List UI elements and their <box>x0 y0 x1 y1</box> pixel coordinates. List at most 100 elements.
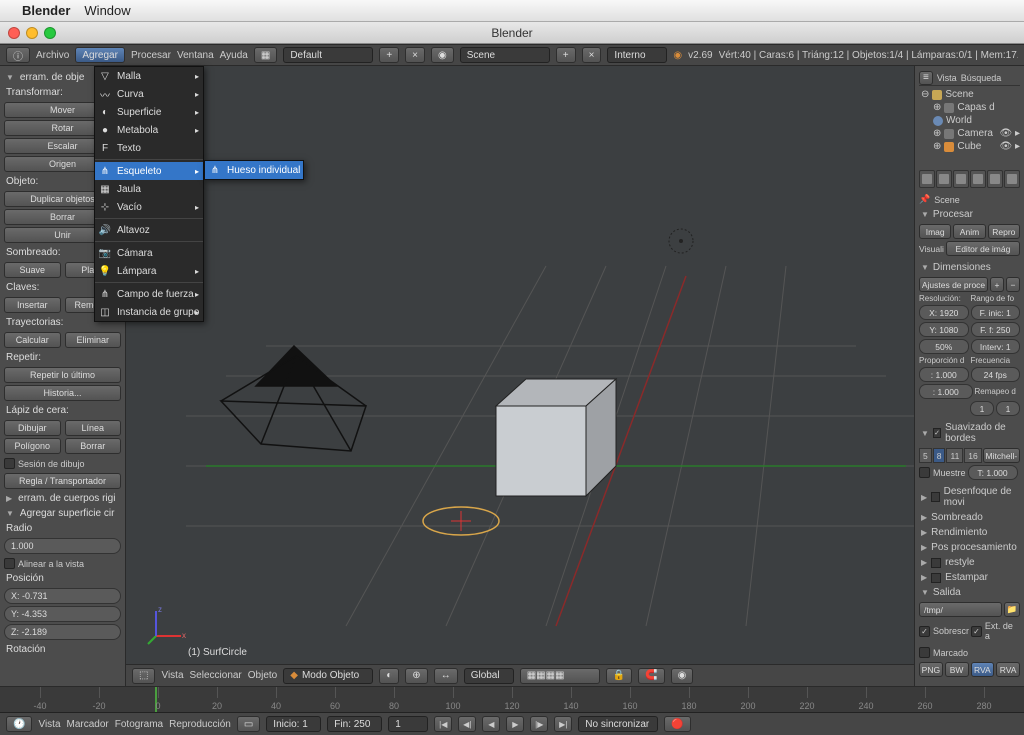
mac-menu-window[interactable]: Window <box>84 3 130 18</box>
overwrite-checkbox[interactable]: ✓Sobrescr <box>919 619 969 643</box>
view3d-menu-vista[interactable]: Vista <box>161 670 183 681</box>
menu-archivo[interactable]: Archivo <box>36 50 69 61</box>
render-engine-field[interactable]: Interno <box>607 47 667 63</box>
remap-old-field[interactable]: 1 <box>970 401 994 416</box>
scene-add-icon[interactable]: + <box>556 47 576 63</box>
add-menu-item-metabola[interactable]: ●Metabola▸ <box>95 121 203 139</box>
properties-tabs[interactable] <box>919 170 1020 188</box>
snap-icon[interactable]: 🧲 <box>638 668 664 684</box>
jump-end-icon[interactable]: ▶| <box>554 716 572 732</box>
fps-field[interactable]: 24 fps <box>971 367 1021 382</box>
filter-type-field[interactable]: Mitchell- <box>983 448 1020 463</box>
ptab-constraints[interactable] <box>1004 170 1020 188</box>
color-rgb-button[interactable]: RVA <box>971 662 995 677</box>
placeholder-checkbox[interactable]: Marcado <box>919 645 1020 660</box>
menu-ventana[interactable]: Ventana <box>177 50 214 61</box>
render-presets-field[interactable]: Ajustes de proce <box>919 277 988 292</box>
add-menu-item-vacío[interactable]: ⊹Vacío▸ <box>95 198 203 216</box>
mode-field[interactable]: ◆Modo Objeto <box>283 668 373 684</box>
autokey-icon[interactable]: 🔴 <box>664 716 690 732</box>
menu-ayuda[interactable]: Ayuda <box>220 50 248 61</box>
outliner-menu-vista[interactable]: Vista <box>937 73 957 83</box>
aspect-x-field[interactable]: : 1.000 <box>919 367 969 382</box>
add-menu-item-esqueleto[interactable]: ⋔Esqueleto▸ <box>95 162 203 180</box>
timeline-menu-vista[interactable]: Vista <box>38 719 60 730</box>
display-mode-field[interactable]: Editor de imág <box>946 241 1020 256</box>
scene-icon[interactable]: ◉ <box>431 47 454 63</box>
render-image-button[interactable]: Imag <box>919 224 951 239</box>
file-ext-checkbox[interactable]: ✓Ext. de a <box>971 619 1020 643</box>
timeline-editor-icon[interactable]: 🕐 <box>6 716 32 732</box>
pivot-icon[interactable]: ⊕ <box>405 668 427 684</box>
pos-z-field[interactable]: Z: -2.189 <box>4 624 121 640</box>
regla-button[interactable]: Regla / Transportador <box>4 473 121 489</box>
filter-size-field[interactable]: T: 1.000 <box>968 465 1018 480</box>
browse-folder-icon[interactable]: 📁 <box>1004 602 1020 617</box>
add-menu-item-superficie[interactable]: ◐Superficie▸ <box>95 103 203 121</box>
remap-new-field[interactable]: 1 <box>996 401 1020 416</box>
submenu-item-hueso[interactable]: ⋔Hueso individual <box>205 161 303 179</box>
play-icon[interactable]: ▶ <box>506 716 524 732</box>
outliner-scene[interactable]: ⊖Scene <box>919 88 1020 101</box>
add-menu-item-texto[interactable]: FTexto <box>95 139 203 157</box>
eliminar-button[interactable]: Eliminar <box>65 332 122 348</box>
output-path-field[interactable]: /tmp/ <box>919 602 1002 617</box>
preset-del-icon[interactable]: − <box>1006 277 1020 292</box>
timeline-menu-reproduccion[interactable]: Reproducción <box>169 719 231 730</box>
add-menu-item-curva[interactable]: 〰Curva▸ <box>95 85 203 103</box>
timeline-menu-marcador[interactable]: Marcador <box>67 719 109 730</box>
repetir-ultimo-button[interactable]: Repetir lo último <box>4 367 121 383</box>
alinear-checkbox[interactable]: Alinear a la vista <box>4 556 121 571</box>
orientation-field[interactable]: Global <box>464 668 514 684</box>
outliner-cube[interactable]: ⊕Cube👁 ▸ <box>919 140 1020 153</box>
sesion-checkbox[interactable]: Sesión de dibujo <box>4 456 121 471</box>
add-menu-item-altavoz[interactable]: 🔊Altavoz <box>95 221 203 239</box>
render-preview-icon[interactable]: ◉ <box>671 668 694 684</box>
render-audio-button[interactable]: Repro <box>988 224 1020 239</box>
format-field[interactable]: PNG <box>919 662 943 677</box>
view3d-menu-objeto[interactable]: Objeto <box>248 670 277 681</box>
play-reverse-icon[interactable]: ◀ <box>482 716 500 732</box>
preset-add-icon[interactable]: + <box>990 277 1004 292</box>
keyframe-prev-icon[interactable]: ◀| <box>458 716 476 732</box>
keyframe-next-icon[interactable]: |▶ <box>530 716 548 732</box>
menu-procesar[interactable]: Procesar <box>131 50 171 61</box>
add-menu-item-lámpara[interactable]: 💡Lámpara▸ <box>95 262 203 280</box>
ptab-object[interactable] <box>987 170 1003 188</box>
layout-del-icon[interactable]: × <box>405 47 425 63</box>
outliner-editor-icon[interactable]: ≡ <box>919 71 933 85</box>
radio-field[interactable]: 1.000 <box>4 538 121 554</box>
layers-grid[interactable]: ▦▦▦▦ <box>520 668 600 684</box>
frame-step-field[interactable]: Interv: 1 <box>971 339 1021 354</box>
frame-start-field[interactable]: F. inic: 1 <box>971 305 1021 320</box>
render-anim-button[interactable]: Anim <box>953 224 985 239</box>
menu-agregar[interactable]: Agregar <box>75 47 125 63</box>
viewport-3d[interactable]: x z (1) SurfCircle ⬚ Vista Seleccionar O… <box>126 66 914 686</box>
ptab-world[interactable] <box>970 170 986 188</box>
full-sample-checkbox[interactable]: Muestre <box>919 465 966 480</box>
pin-icon[interactable]: 📌 <box>919 194 930 205</box>
add-menu-item-jaula[interactable]: ▦Jaula <box>95 180 203 198</box>
add-menu-item-instancia-de-grupo[interactable]: ◫Instancia de grupo▸ <box>95 303 203 321</box>
sync-mode-field[interactable]: No sincronizar <box>578 716 658 732</box>
view3d-editor-icon[interactable]: ⬚ <box>132 668 155 684</box>
add-menu-item-cámara[interactable]: 📷Cámara <box>95 244 203 262</box>
calcular-button[interactable]: Calcular <box>4 332 61 348</box>
ptab-scene[interactable] <box>953 170 969 188</box>
add-menu-item-campo-de-fuerza[interactable]: ⋔Campo de fuerza▸ <box>95 285 203 303</box>
insertar-button[interactable]: Insertar <box>4 297 61 313</box>
dibujar-button[interactable]: Dibujar <box>4 420 61 436</box>
layout-grid-icon[interactable]: ▦ <box>254 47 277 63</box>
aa-samples[interactable]: 581116Mitchell- <box>919 448 1020 463</box>
editor-type-icon[interactable]: ⓘ <box>6 47 30 63</box>
poligono-button[interactable]: Polígono <box>4 438 61 454</box>
jump-start-icon[interactable]: |◀ <box>434 716 452 732</box>
app-name[interactable]: Blender <box>22 3 70 18</box>
frame-end-field[interactable]: F. f: 250 <box>971 322 1021 337</box>
timeline-ruler[interactable]: -40-200204060801001201401601802002202402… <box>0 687 1024 713</box>
color-bw-button[interactable]: BW <box>945 662 969 677</box>
outliner-world[interactable]: World <box>919 114 1020 127</box>
res-pct-field[interactable]: 50% <box>919 339 969 354</box>
frame-end-tl[interactable]: Fin: 250 <box>327 716 382 732</box>
manipulator-icon[interactable]: ↔ <box>434 668 458 684</box>
